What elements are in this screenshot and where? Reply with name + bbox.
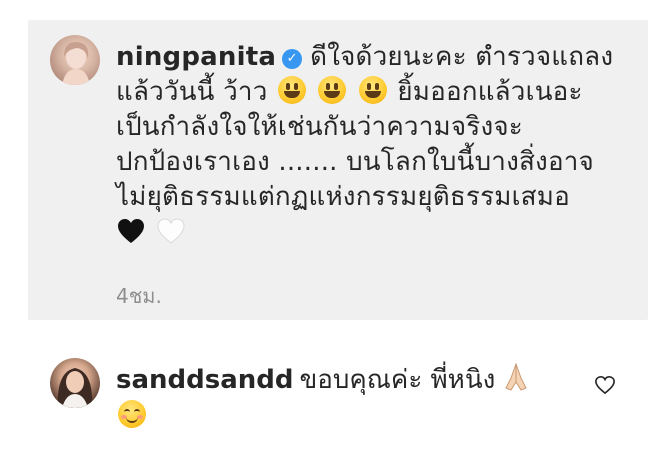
profile-photo xyxy=(62,41,90,85)
username-link[interactable]: ningpanita xyxy=(116,42,276,72)
comment-line-6 xyxy=(116,215,636,250)
reply-line-1: sanddsandd ขอบคุณค่ะ พี่หนิง xyxy=(116,362,586,398)
profile-photo xyxy=(57,368,93,408)
black-heart-icon xyxy=(118,219,144,243)
avatar[interactable] xyxy=(50,35,100,85)
comment-text-line-1: ดีใจด้วยนะคะ ตำรวจแถลง xyxy=(310,42,614,72)
folded-hands-icon xyxy=(505,362,527,391)
smiling-face-with-smiling-eyes-icon xyxy=(118,400,146,428)
grinning-face-icon xyxy=(277,76,306,104)
username-link[interactable]: sanddsandd xyxy=(116,365,294,395)
avatar[interactable] xyxy=(50,358,100,408)
comment-line-2: แล้ววันนี้ ว้าว ยิ้มออกแล้วเนอะ xyxy=(116,75,636,110)
comment-line-1: ningpanita ✓ ดีใจด้วยนะคะ ตำรวจแถลง xyxy=(116,40,636,75)
grinning-face-icon xyxy=(318,76,347,104)
verified-badge-icon: ✓ xyxy=(282,49,303,69)
comment-text-line-2-tail: ยิ้มออกแล้วเนอะ xyxy=(397,77,583,107)
comment-line-5: ไม่ยุติธรรมแต่กฏแห่งกรรมยุติธรรมเสมอ xyxy=(116,182,570,212)
reply-text: ขอบคุณค่ะ พี่หนิง xyxy=(299,365,496,395)
comment-text-line-2: แล้ววันนี้ ว้าว xyxy=(116,77,268,107)
reply-line-2 xyxy=(116,398,586,434)
comment-line-3: เป็นกำลังใจให้เช่นกันว่าความจริงจะ xyxy=(116,112,523,142)
comment-line-4: ปกป้องเราเอง ....... บนโลกใบนี้บางสิ่งอา… xyxy=(116,147,594,177)
white-heart-icon xyxy=(157,218,185,244)
grinning-face-icon xyxy=(358,76,387,104)
comment-body: ningpanita ✓ ดีใจด้วยนะคะ ตำรวจแถลง แล้ววั… xyxy=(116,40,636,250)
comment-timestamp: 4ชม. xyxy=(116,284,162,308)
reply-body: sanddsandd ขอบคุณค่ะ พี่หนิง xyxy=(116,362,586,434)
like-heart-icon[interactable] xyxy=(594,375,616,395)
